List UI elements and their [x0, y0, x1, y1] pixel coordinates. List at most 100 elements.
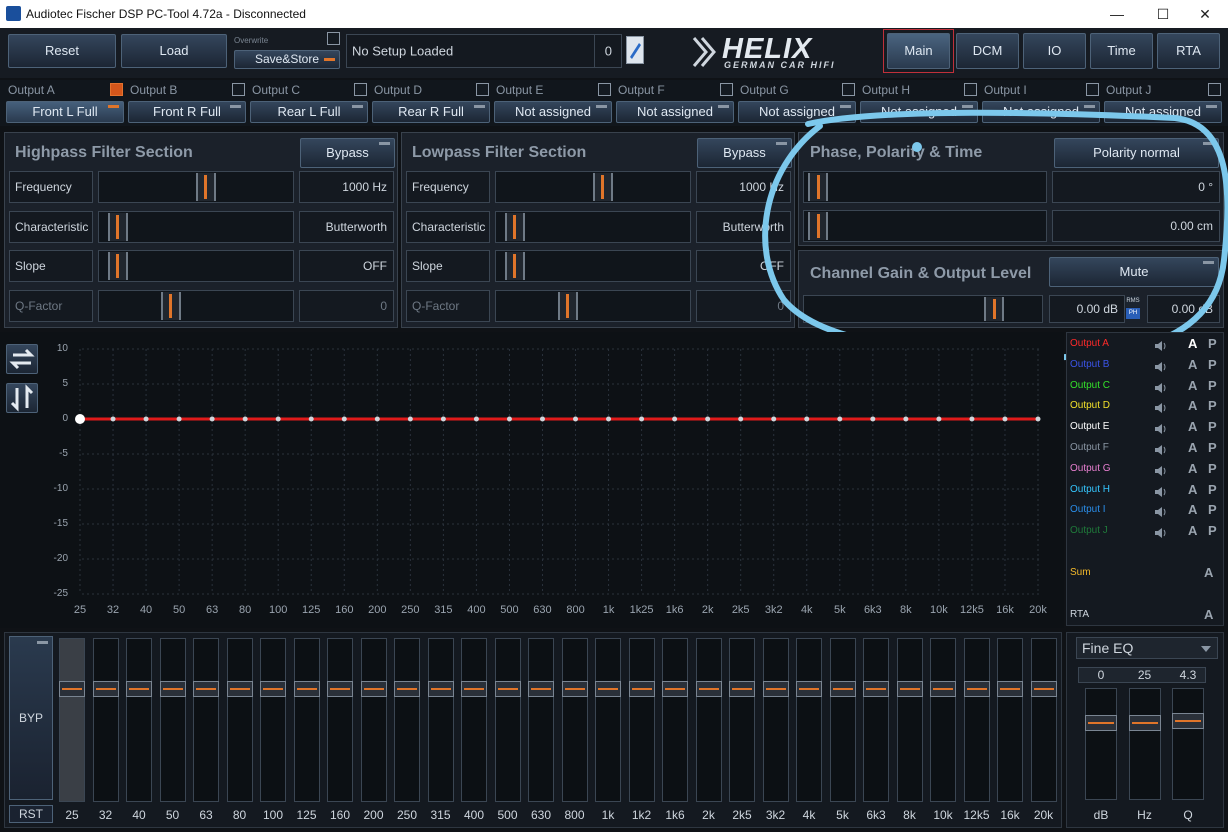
- eq-band-slider[interactable]: [628, 638, 655, 802]
- sum-a-toggle[interactable]: A: [1204, 565, 1213, 580]
- legend-p-toggle[interactable]: P: [1208, 378, 1217, 393]
- legend-rta[interactable]: RTA: [1070, 609, 1089, 620]
- legend-item-h[interactable]: Output H: [1070, 484, 1110, 495]
- speaker-icon[interactable]: [1154, 443, 1168, 455]
- eq-band-handle[interactable]: [293, 681, 320, 697]
- eq-band-handle[interactable]: [997, 681, 1023, 697]
- legend-p-toggle[interactable]: P: [1208, 523, 1217, 538]
- eq-band-handle[interactable]: [863, 681, 889, 697]
- legend-item-g[interactable]: Output G: [1070, 463, 1111, 474]
- eq-band-handle[interactable]: [92, 681, 119, 697]
- eq-band-slider[interactable]: [92, 638, 119, 802]
- fine-eq-value[interactable]: 0: [1081, 668, 1121, 682]
- eq-band-slider[interactable]: [226, 638, 253, 802]
- legend-p-toggle[interactable]: P: [1208, 440, 1217, 455]
- legend-a-toggle[interactable]: A: [1188, 419, 1197, 434]
- legend-a-toggle[interactable]: A: [1188, 502, 1197, 517]
- eq-band-handle[interactable]: [896, 681, 923, 697]
- legend-sum[interactable]: Sum: [1070, 567, 1091, 578]
- fine-eq-slider-db[interactable]: [1085, 688, 1117, 800]
- eq-band-handle[interactable]: [1030, 681, 1057, 697]
- fine-eq-value[interactable]: 25: [1125, 668, 1165, 682]
- speaker-icon[interactable]: [1154, 381, 1168, 393]
- legend-a-toggle[interactable]: A: [1188, 440, 1197, 455]
- eq-band-slider[interactable]: [595, 638, 621, 802]
- legend-item-e[interactable]: Output E: [1070, 421, 1109, 432]
- legend-a-toggle[interactable]: A: [1188, 398, 1197, 413]
- eq-band-handle[interactable]: [628, 681, 655, 697]
- legend-item-i[interactable]: Output I: [1070, 504, 1106, 515]
- eq-band-slider[interactable]: [159, 638, 186, 802]
- legend-p-toggle[interactable]: P: [1208, 336, 1217, 351]
- eq-band-handle[interactable]: [327, 681, 353, 697]
- eq-band-slider[interactable]: [829, 638, 856, 802]
- eq-band-handle[interactable]: [394, 681, 420, 697]
- eq-band-handle[interactable]: [829, 681, 856, 697]
- eq-band-slider[interactable]: [327, 638, 353, 802]
- speaker-icon[interactable]: [1154, 485, 1168, 497]
- fine-eq-slider-hz[interactable]: [1128, 688, 1161, 800]
- eq-band-handle[interactable]: [226, 681, 253, 697]
- eq-band-slider[interactable]: [427, 638, 454, 802]
- eq-band-slider[interactable]: [1030, 638, 1057, 802]
- eq-band-slider[interactable]: [997, 638, 1023, 802]
- legend-a-toggle[interactable]: A: [1188, 357, 1197, 372]
- eq-band-handle[interactable]: [427, 681, 454, 697]
- eq-band-handle[interactable]: [930, 681, 956, 697]
- fine-eq-mode-select[interactable]: Fine EQ: [1076, 637, 1218, 659]
- eq-band-handle[interactable]: [762, 681, 789, 697]
- eq-band-slider[interactable]: [796, 638, 822, 802]
- eq-band-slider[interactable]: [59, 638, 85, 802]
- legend-item-d[interactable]: Output D: [1070, 400, 1110, 411]
- eq-band-slider[interactable]: [963, 638, 990, 802]
- eq-band-slider[interactable]: [360, 638, 387, 802]
- speaker-icon[interactable]: [1154, 464, 1168, 476]
- legend-p-toggle[interactable]: P: [1208, 419, 1217, 434]
- eq-band-slider[interactable]: [695, 638, 722, 802]
- legend-a-toggle[interactable]: A: [1188, 461, 1197, 476]
- speaker-icon[interactable]: [1154, 360, 1168, 372]
- legend-p-toggle[interactable]: P: [1208, 357, 1217, 372]
- eq-band-handle[interactable]: [695, 681, 722, 697]
- eq-band-slider[interactable]: [461, 638, 487, 802]
- eq-band-handle[interactable]: [494, 681, 521, 697]
- eq-band-handle[interactable]: [59, 681, 85, 697]
- eq-band-slider[interactable]: [561, 638, 588, 802]
- eq-band-slider[interactable]: [193, 638, 219, 802]
- eq-band-handle[interactable]: [595, 681, 621, 697]
- fine-eq-handle[interactable]: [1172, 713, 1204, 729]
- eq-band-slider[interactable]: [729, 638, 755, 802]
- eq-band-slider[interactable]: [762, 638, 789, 802]
- eq-band-handle[interactable]: [528, 681, 554, 697]
- eq-band-handle[interactable]: [193, 681, 219, 697]
- speaker-icon[interactable]: [1154, 339, 1168, 351]
- eq-band-slider[interactable]: [528, 638, 554, 802]
- eq-band-handle[interactable]: [461, 681, 487, 697]
- legend-item-f[interactable]: Output F: [1070, 442, 1109, 453]
- eq-band-handle[interactable]: [963, 681, 990, 697]
- eq-band-slider[interactable]: [896, 638, 923, 802]
- eq-band-handle[interactable]: [561, 681, 588, 697]
- legend-a-toggle[interactable]: A: [1188, 482, 1197, 497]
- eq-band-handle[interactable]: [360, 681, 387, 697]
- fine-eq-handle[interactable]: [1085, 715, 1117, 731]
- fine-eq-handle[interactable]: [1128, 715, 1161, 731]
- eq-band-slider[interactable]: [494, 638, 521, 802]
- eq-reset-button[interactable]: RST: [9, 805, 53, 823]
- eq-band-slider[interactable]: [126, 638, 152, 802]
- speaker-icon[interactable]: [1154, 526, 1168, 539]
- fine-eq-slider-q[interactable]: [1172, 688, 1204, 800]
- legend-a-toggle[interactable]: A: [1188, 523, 1197, 538]
- eq-band-slider[interactable]: [863, 638, 889, 802]
- speaker-icon[interactable]: [1154, 401, 1168, 414]
- legend-item-j[interactable]: Output J: [1070, 525, 1108, 536]
- legend-item-a[interactable]: Output A: [1070, 338, 1109, 349]
- eq-band-slider[interactable]: [293, 638, 320, 802]
- eq-band-handle[interactable]: [159, 681, 186, 697]
- eq-band-handle[interactable]: [729, 681, 755, 697]
- eq-band-handle[interactable]: [126, 681, 152, 697]
- legend-item-b[interactable]: Output B: [1070, 359, 1109, 370]
- eq-band-slider[interactable]: [394, 638, 420, 802]
- eq-band-slider[interactable]: [930, 638, 956, 802]
- eq-band-handle[interactable]: [260, 681, 286, 697]
